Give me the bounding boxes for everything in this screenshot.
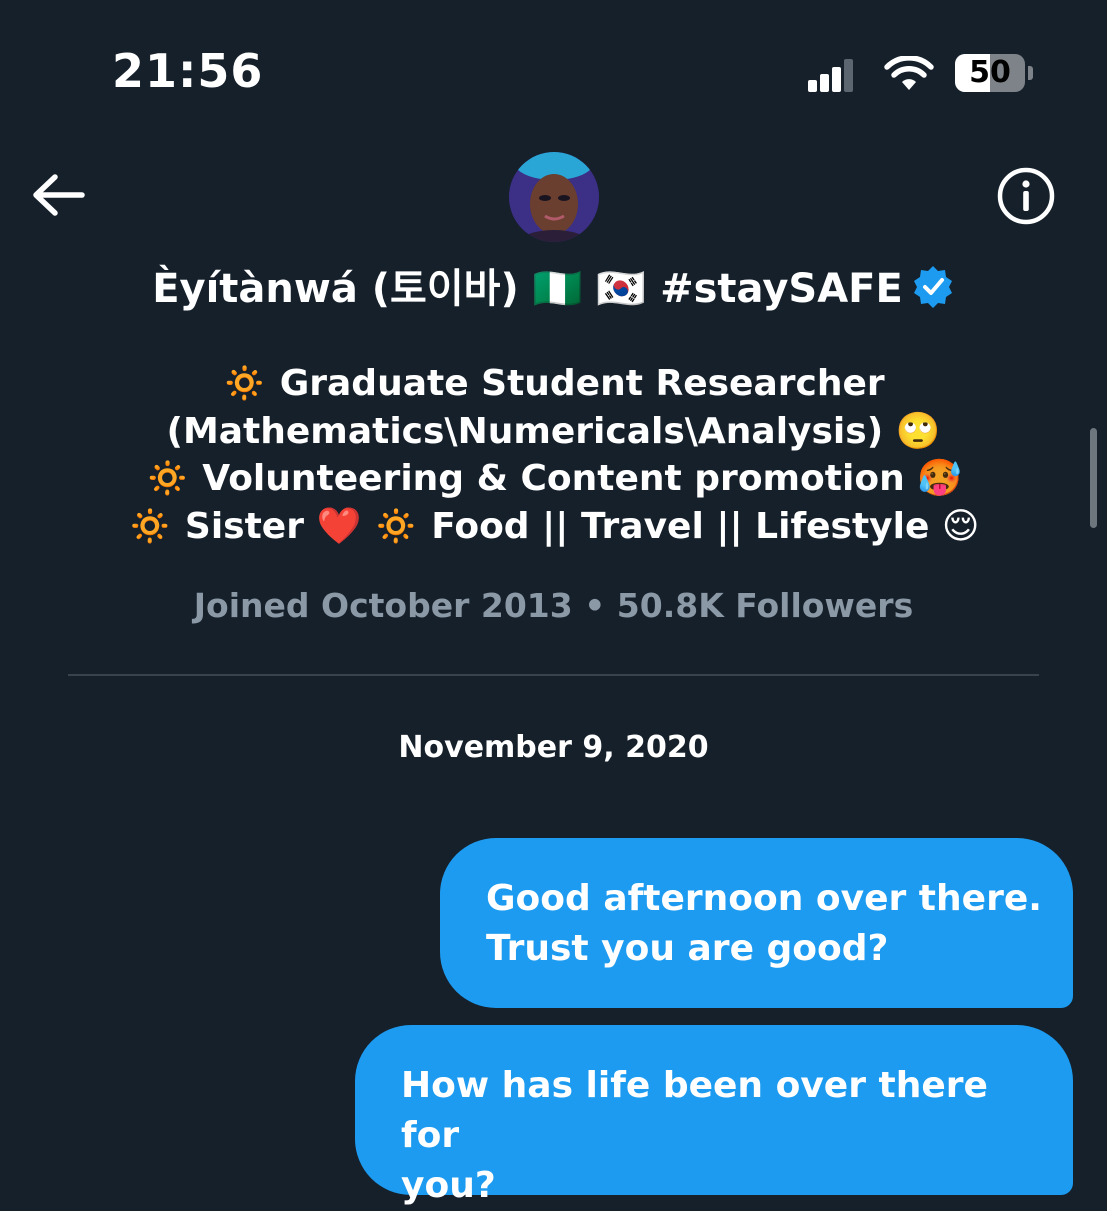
message-text-line: you? xyxy=(401,1165,496,1206)
message-text-line: Good afternoon over there. xyxy=(486,878,1042,919)
message-bubble[interactable]: Good afternoon over there. Trust you are… xyxy=(440,838,1073,1008)
profile-meta: Joined October 2013 • 50.8K Followers xyxy=(193,586,914,625)
wifi-icon xyxy=(884,56,934,90)
date-separator: November 9, 2020 xyxy=(398,730,709,765)
message-text-line: Trust you are good? xyxy=(486,928,889,969)
battery-nub xyxy=(1028,66,1033,80)
bio-line: (Mathematics\Numericals\Analysis) 🙄 xyxy=(166,410,941,452)
bio-line: 🔅 Graduate Student Researcher xyxy=(222,363,885,404)
profile-display-name[interactable]: Èyítànwá (토이바) 🇳🇬 🇰🇷 #staySAFE xyxy=(0,260,1107,316)
verified-badge-icon xyxy=(913,266,952,308)
display-name-text: Èyítànwá (토이바) 🇳🇬 🇰🇷 #staySAFE xyxy=(152,266,903,312)
avatar-image xyxy=(509,152,599,242)
back-button[interactable] xyxy=(28,168,88,222)
arrow-left-icon xyxy=(33,174,85,216)
bio-line: 🔅 Volunteering & Content promotion 🥵 xyxy=(144,458,963,499)
status-time: 21:56 xyxy=(112,44,264,98)
message-text-line: How has life been over there for xyxy=(401,1065,988,1156)
info-button[interactable] xyxy=(995,165,1057,227)
battery-level-text: 50 xyxy=(969,55,1011,90)
divider xyxy=(68,674,1039,676)
battery-icon: 50 xyxy=(955,54,1025,92)
message-bubble[interactable]: How has life been over there for you? xyxy=(355,1025,1073,1206)
profile-avatar[interactable] xyxy=(509,152,599,242)
profile-bio: 🔅 Graduate Student Researcher (Mathemati… xyxy=(0,360,1107,550)
bio-line: 🔅 Sister ❤️ 🔅 Food || Travel || Lifestyl… xyxy=(127,505,980,547)
cellular-signal-icon xyxy=(808,58,854,92)
status-bar: 21:56 50 xyxy=(0,0,1107,140)
scrollbar[interactable] xyxy=(1090,428,1097,528)
info-circle-icon xyxy=(997,167,1055,225)
